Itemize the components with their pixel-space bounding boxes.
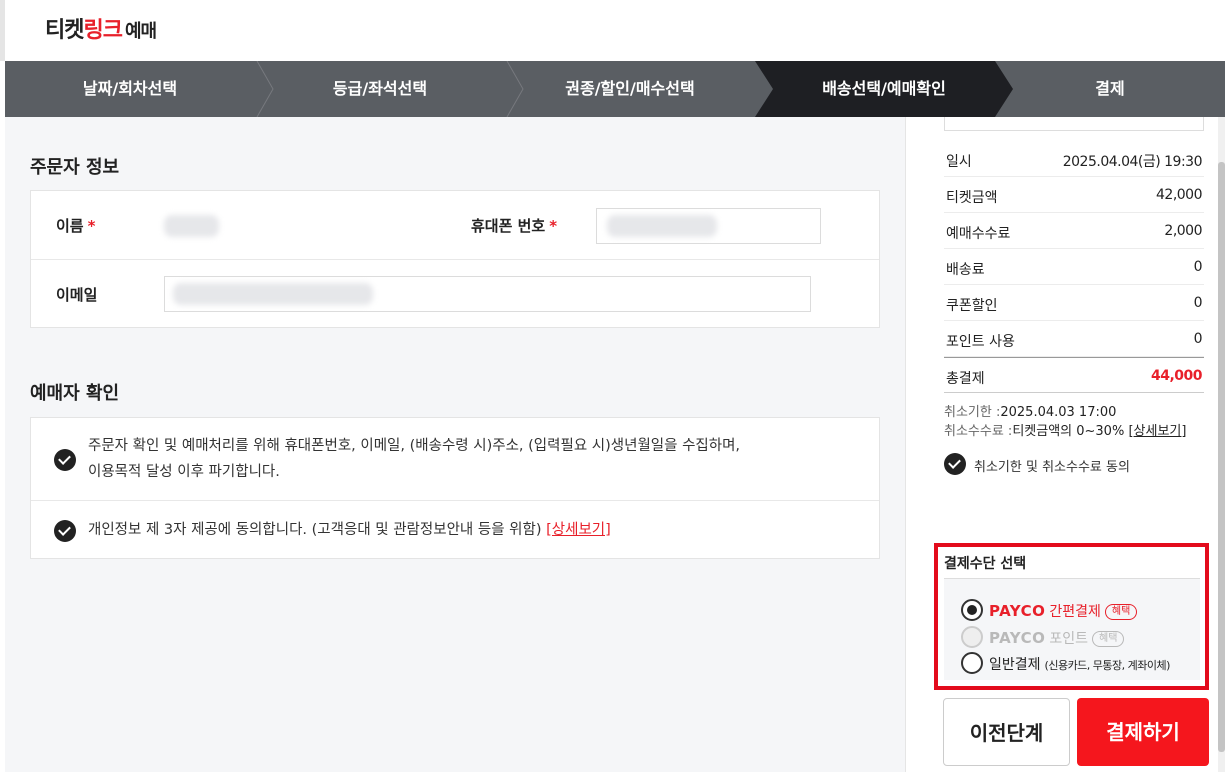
required-mark: * xyxy=(87,217,96,235)
summary-value: 2,000 xyxy=(1164,223,1202,239)
cancel-fee-detail-link[interactable]: [상세보기] xyxy=(1128,424,1186,439)
payment-option-label: PAYCO 간편결제 혜택 xyxy=(989,601,1138,621)
cancel-fee-value: 티켓금액의 0~30% xyxy=(1012,424,1125,439)
privacy-collect-line1: 주문자 확인 및 예매처리를 위해 휴대폰번호, 이메일, (배송수령 시)주소… xyxy=(88,438,741,454)
payment-options: PAYCO 간편결제 혜택 PAYCO 포인트 혜택 일반결제 (신용카드, 무통장, 계… xyxy=(944,578,1200,680)
logo-text-link: 링크 xyxy=(83,18,122,43)
check-icon[interactable] xyxy=(54,449,76,471)
summary-row-ticket-price: 티켓금액 42,000 xyxy=(944,177,1204,213)
third-party-agree-text: 개인정보 제 3자 제공에 동의합니다. (고객응대 및 관람정보안내 등을 위… xyxy=(88,522,542,538)
phone-label-text: 휴대폰 번호 xyxy=(471,217,546,235)
payment-method-section: 결제수단 선택 PAYCO 간편결제 혜택 PAYCO 포인트 혜택 일반결제 (신용카드… xyxy=(934,543,1209,690)
email-label: 이메일 xyxy=(56,286,98,304)
name-label: 이름 * xyxy=(56,215,95,236)
summary-key: 쿠폰할인 xyxy=(946,298,998,314)
booking-steps: 날짜/회차선택 등급/좌석선택 권종/할인/매수선택 배송선택/예매확인 결제 xyxy=(5,61,1225,117)
third-party-detail-link[interactable]: [상세보기] xyxy=(546,522,611,538)
step-delivery-confirm: 배송선택/예매확인 xyxy=(755,61,1013,117)
summary-total-key: 총결제 xyxy=(946,371,985,387)
payment-kind: 포인트 xyxy=(1049,631,1089,647)
summary-value: 2025.04.04(금) 19:30 xyxy=(1062,154,1203,170)
orderer-name-phone-row: 이름 * 휴대폰 번호 * xyxy=(31,191,879,260)
summary-row-points: 포인트 사용 0 xyxy=(944,321,1204,357)
orderer-info-box: 이름 * 휴대폰 번호 * 이메일 xyxy=(30,190,880,328)
summary-row-delivery-fee: 배송료 0 xyxy=(944,249,1204,285)
scrollbar[interactable] xyxy=(1218,117,1225,772)
cancel-deadline-label: 취소기한 : xyxy=(944,405,1001,420)
header: 티켓링크 예매 xyxy=(0,0,1225,61)
benefit-badge: 혜택 xyxy=(1104,604,1138,620)
ticketlink-logo[interactable]: 티켓링크 예매 xyxy=(45,12,157,44)
summary-key: 예매수수료 xyxy=(946,226,1011,242)
main-content: 주문자 정보 이름 * 휴대폰 번호 * 이메일 예매자 확인 주문자 확인 및 예… xyxy=(5,117,905,772)
cancel-agree-label: 취소기한 및 취소수수료 동의 xyxy=(974,460,1130,475)
email-field[interactable] xyxy=(164,276,811,312)
summary-key: 포인트 사용 xyxy=(946,334,1015,350)
step-ticket-type: 권종/할인/매수선택 xyxy=(565,79,695,98)
payment-option-label: 일반결제 (신용카드, 무통장, 계좌이체) xyxy=(989,654,1170,674)
privacy-collect-agree-row[interactable]: 주문자 확인 및 예매처리를 위해 휴대폰번호, 이메일, (배송수령 시)주소… xyxy=(31,418,879,501)
summary-top-box xyxy=(944,117,1204,131)
email-value-blurred xyxy=(173,283,373,305)
cancel-deadline-value: 2025.04.03 17:00 xyxy=(1000,405,1117,420)
privacy-collect-text: 주문자 확인 및 예매처리를 위해 휴대폰번호, 이메일, (배송수령 시)주소… xyxy=(88,433,740,485)
summary-value: 0 xyxy=(1193,295,1203,311)
summary-value: 0 xyxy=(1193,259,1203,275)
logo-text-ticket: 티켓 xyxy=(45,18,84,43)
booker-confirm-title: 예매자 확인 xyxy=(30,383,120,404)
summary-value: 0 xyxy=(1193,331,1203,347)
pay-button[interactable]: 결제하기 xyxy=(1077,698,1209,766)
previous-step-button[interactable]: 이전단계 xyxy=(943,698,1070,766)
scrollbar-thumb[interactable] xyxy=(1218,162,1225,752)
step-date: 날짜/회차선택 xyxy=(82,79,178,98)
radio-icon[interactable] xyxy=(961,652,983,674)
phone-value-blurred xyxy=(607,215,717,237)
step-separator-icon xyxy=(255,61,275,117)
phone-label: 휴대폰 번호 * xyxy=(471,215,557,236)
payment-kind: 간편결제 xyxy=(1049,604,1101,620)
cancel-fee-label: 취소수수료 : xyxy=(944,424,1013,439)
third-party-text: 개인정보 제 3자 제공에 동의합니다. (고객응대 및 관람정보안내 등을 위… xyxy=(88,517,611,543)
summary-key: 일시 xyxy=(946,154,972,170)
payco-brand: PAYCO xyxy=(989,629,1046,647)
payment-option-label: PAYCO 포인트 혜택 xyxy=(989,628,1125,648)
name-value-blurred xyxy=(164,215,219,237)
phone-field[interactable] xyxy=(596,208,821,244)
summary-row-coupon: 쿠폰할인 0 xyxy=(944,285,1204,321)
orderer-info-title: 주문자 정보 xyxy=(30,157,120,178)
summary-row-datetime: 일시 2025.04.04(금) 19:30 xyxy=(944,141,1204,177)
name-label-text: 이름 xyxy=(56,217,84,235)
payco-brand: PAYCO xyxy=(989,602,1046,620)
booker-confirm-box: 주문자 확인 및 예매처리를 위해 휴대폰번호, 이메일, (배송수령 시)주소… xyxy=(30,417,880,559)
payment-method-title: 결제수단 선택 xyxy=(944,556,1027,572)
required-mark: * xyxy=(549,217,558,235)
summary-row-total: 총결제 44,000 xyxy=(944,357,1204,393)
summary-row-booking-fee: 예매수수료 2,000 xyxy=(944,213,1204,249)
cancel-policy-info: 취소기한 :2025.04.03 17:00 취소수수료 :티켓금액의 0~30… xyxy=(944,403,1186,441)
payment-kind: 일반결제 xyxy=(989,657,1041,673)
radio-selected-icon[interactable] xyxy=(961,599,983,621)
summary-total-value: 44,000 xyxy=(1150,368,1203,384)
logo-text-booking: 예매 xyxy=(124,21,157,42)
payment-detail: (신용카드, 무통장, 계좌이체) xyxy=(1044,659,1171,672)
summary-value: 42,000 xyxy=(1156,187,1203,203)
third-party-agree-row[interactable]: 개인정보 제 3자 제공에 동의합니다. (고객응대 및 관람정보안내 등을 위… xyxy=(31,501,879,558)
orderer-email-row: 이메일 xyxy=(31,260,879,329)
benefit-badge: 혜택 xyxy=(1092,631,1125,647)
check-icon[interactable] xyxy=(54,520,76,542)
radio-disabled-icon xyxy=(961,626,983,648)
step-seat: 등급/좌석선택 xyxy=(332,79,428,98)
privacy-collect-line2: 이용목적 달성 이후 파기합니다. xyxy=(88,464,280,480)
check-icon[interactable] xyxy=(944,453,966,475)
step-separator-icon xyxy=(505,61,525,117)
step-payment: 결제 xyxy=(1095,79,1125,98)
summary-key: 티켓금액 xyxy=(946,190,998,206)
summary-key: 배송료 xyxy=(946,262,985,278)
